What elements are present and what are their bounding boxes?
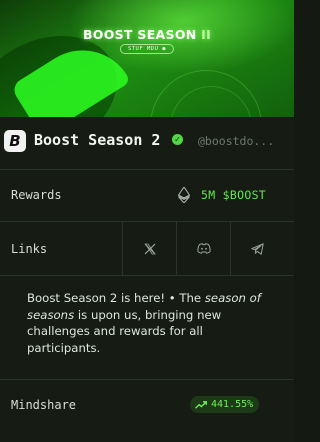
discord-icon [196,243,211,254]
mindshare-badge: 441.55% [190,396,260,413]
rewards-row: Rewards 5M $BOOST [0,169,294,222]
banner: BOOST SEASON II STUF MDU ● [0,0,294,117]
x-icon [144,243,156,254]
ethereum-icon [178,187,190,203]
banner-pill: STUF MDU ● [119,44,175,54]
rewards-label: Rewards [11,188,62,202]
project-description: Boost Season 2 is here! • The season of … [27,290,277,356]
telegram-link-button[interactable] [230,222,284,275]
project-card: BOOST SEASON II STUF MDU ● B Boost Seaso… [0,0,294,442]
banner-title: BOOST SEASON II [0,27,294,42]
links-row: Links [0,222,294,276]
project-handle[interactable]: @boostdo... [198,134,274,148]
rewards-value: 5M $BOOST [201,188,267,202]
project-name: Boost Season 2 [34,131,161,149]
x-link-button[interactable] [122,222,176,275]
trend-up-icon [195,400,207,409]
mindshare-value: 441.55% [211,399,254,410]
project-logo: B [4,130,26,152]
links-label: Links [11,242,48,256]
banner-title-main: BOOST SEASON [82,27,202,42]
description-text: Boost Season 2 is here! • The [27,291,205,305]
telegram-icon [251,242,264,255]
banner-title-accent: II [201,27,212,42]
profile-header: B Boost Season 2 ✓ @boostdo... [0,117,294,170]
mindshare-label: Mindshare [11,398,77,412]
mindshare-row: Mindshare 441.55% [0,379,294,432]
verified-badge-icon: ✓ [172,134,183,145]
logo-letter: B [9,131,21,150]
discord-link-button[interactable] [176,222,230,275]
